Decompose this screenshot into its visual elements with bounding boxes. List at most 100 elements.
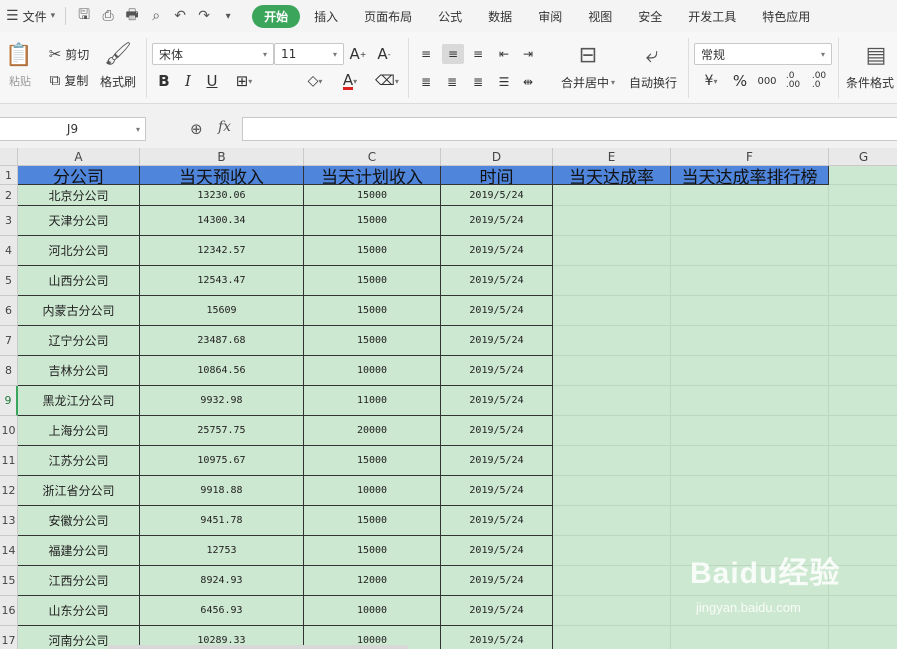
empty-cell[interactable] [553,596,671,626]
empty-cell[interactable] [553,536,671,566]
tab-9[interactable]: 特色应用 [750,5,822,28]
data-cell[interactable]: 14300.34 [140,206,304,236]
data-cell[interactable]: 15000 [304,206,441,236]
increase-font-icon[interactable]: A + [348,43,368,65]
row-header[interactable]: 15 [0,566,18,596]
row-header[interactable]: 4 [0,236,18,266]
preview-icon[interactable]: ⌕ [148,8,164,24]
row-header[interactable]: 10 [0,416,18,446]
tab-8[interactable]: 开发工具 [676,5,748,28]
row-header[interactable]: 2 [0,185,18,206]
data-cell[interactable]: 12753 [140,536,304,566]
data-cell[interactable]: 天津分公司 [18,206,140,236]
file-menu-button[interactable]: ☰ 文件 ▾ [0,0,61,32]
data-cell[interactable]: 12000 [304,566,441,596]
row-header[interactable]: 14 [0,536,18,566]
data-cell[interactable]: 黑龙江分公司 [18,386,140,416]
empty-cell[interactable] [829,296,897,326]
empty-cell[interactable] [671,536,829,566]
row-header[interactable]: 13 [0,506,18,536]
print-icon[interactable]: 🖶 [124,4,140,28]
data-cell[interactable]: 浙江省分公司 [18,476,140,506]
outdent-icon[interactable]: ⇤ [494,44,514,64]
merge-center-icon[interactable]: ⊟ [574,42,602,68]
align-bottom-icon[interactable]: ≡ [468,44,488,64]
conditional-format-icon[interactable]: ▤ [862,42,890,68]
row-header[interactable]: 16 [0,596,18,626]
header-cell[interactable]: 当天预收入 [140,166,304,185]
data-cell[interactable]: 江西分公司 [18,566,140,596]
tab-3[interactable]: 公式 [426,5,474,28]
header-cell[interactable]: 当天达成率 [553,166,671,185]
name-box[interactable]: J9 ▾ [0,117,146,141]
data-cell[interactable]: 25757.75 [140,416,304,446]
justify-icon[interactable]: ☰ [494,72,514,92]
data-cell[interactable]: 15000 [304,446,441,476]
empty-cell[interactable] [829,386,897,416]
row-header[interactable]: 9 [0,386,18,416]
data-cell[interactable]: 2019/5/24 [441,596,553,626]
data-cell[interactable]: 8924.93 [140,566,304,596]
formula-input[interactable] [242,117,897,141]
data-cell[interactable]: 15000 [304,266,441,296]
column-header-c[interactable]: C [304,148,441,166]
column-header-e[interactable]: E [553,148,671,166]
data-cell[interactable]: 12342.57 [140,236,304,266]
distribute-icon[interactable]: ⇹ [518,72,538,92]
header-cell[interactable]: 当天计划收入 [304,166,441,185]
conditional-format-button[interactable]: 条件格式 [846,72,897,92]
empty-cell[interactable] [671,416,829,446]
data-cell[interactable]: 江苏分公司 [18,446,140,476]
indent-icon[interactable]: ⇥ [518,44,538,64]
empty-cell[interactable] [671,626,829,649]
row-header[interactable]: 1 [0,166,18,185]
data-cell[interactable]: 2019/5/24 [441,266,553,296]
data-cell[interactable]: 2019/5/24 [441,356,553,386]
data-cell[interactable]: 辽宁分公司 [18,326,140,356]
align-right-icon[interactable]: ≣ [468,72,488,92]
data-cell[interactable]: 2019/5/24 [441,185,553,206]
empty-cell[interactable] [671,446,829,476]
data-cell[interactable]: 河北分公司 [18,236,140,266]
column-header-b[interactable]: B [140,148,304,166]
empty-cell[interactable] [553,446,671,476]
header-cell[interactable]: 当天达成率排行榜 [671,166,829,185]
save-icon[interactable]: 🖫 [76,4,92,28]
empty-cell[interactable] [829,326,897,356]
border-icon[interactable]: ⊞ ▾ [230,70,258,92]
data-cell[interactable]: 15000 [304,236,441,266]
align-center-icon[interactable]: ≣ [442,72,462,92]
empty-cell[interactable] [553,185,671,206]
format-painter-button[interactable]: 格式刷 [96,72,140,90]
row-header[interactable]: 8 [0,356,18,386]
tab-1[interactable]: 插入 [302,5,350,28]
format-painter-icon[interactable]: 🖌 [100,40,136,68]
copy-button[interactable]: ⧉ 复制 [44,70,94,90]
empty-cell[interactable] [671,356,829,386]
row-header[interactable]: 7 [0,326,18,356]
empty-cell[interactable] [553,326,671,356]
data-cell[interactable]: 2019/5/24 [441,206,553,236]
bold-icon[interactable]: B [154,70,174,92]
italic-icon[interactable]: I [178,70,198,92]
select-all-corner[interactable] [0,148,18,166]
spreadsheet-grid[interactable]: A B C D E F G 1 分公司 当天预收入 当天计划收入 时间 当天达成率 当天达成率排行榜 2 北京… [0,148,897,649]
empty-cell[interactable] [553,416,671,446]
data-cell[interactable]: 2019/5/24 [441,236,553,266]
data-cell[interactable]: 10864.56 [140,356,304,386]
data-cell[interactable]: 10975.67 [140,446,304,476]
paste-button[interactable]: 粘贴 [2,72,38,90]
empty-cell[interactable] [829,185,897,206]
customize-icon[interactable]: ▾ [220,11,236,22]
fx-icon[interactable]: fx [218,119,231,135]
empty-cell[interactable] [829,356,897,386]
data-cell[interactable]: 山西分公司 [18,266,140,296]
font-color-icon[interactable]: A ▾ [336,70,364,92]
fill-color-icon[interactable]: ◇ ▾ [300,70,330,92]
empty-cell[interactable] [671,236,829,266]
row-header[interactable]: 3 [0,206,18,236]
data-cell[interactable]: 10000 [304,476,441,506]
row-header[interactable]: 5 [0,266,18,296]
data-cell[interactable]: 23487.68 [140,326,304,356]
empty-cell[interactable] [553,506,671,536]
